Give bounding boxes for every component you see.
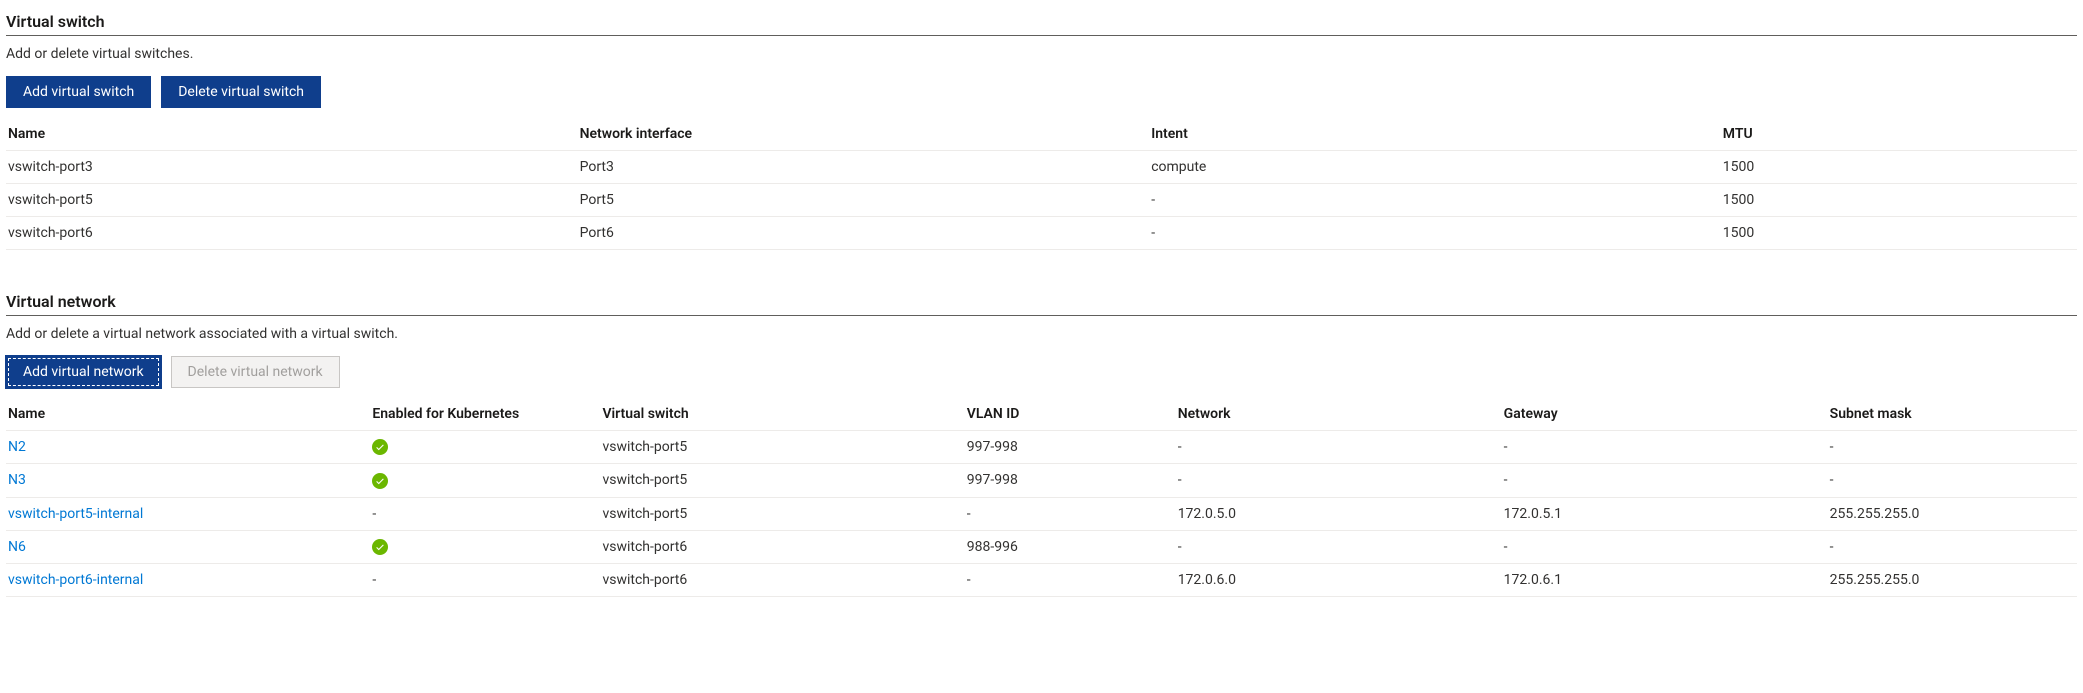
virtual-network-heading: Virtual network: [6, 292, 2077, 316]
cell-mtu: 1500: [1721, 217, 2077, 250]
cell-subnet-mask: 255.255.255.0: [1828, 563, 2077, 596]
cell-gateway: 172.0.5.1: [1502, 497, 1828, 530]
cell-virtual-switch: vswitch-port5: [600, 464, 964, 497]
cell-network-interface: Port3: [578, 151, 1150, 184]
table-row[interactable]: vswitch-port6-internal-vswitch-port6-172…: [6, 563, 2077, 596]
table-row[interactable]: vswitch-port6Port6-1500: [6, 217, 2077, 250]
col-name[interactable]: Name: [6, 398, 370, 431]
cell-intent: -: [1149, 217, 1721, 250]
cell-virtual-switch: vswitch-port5: [600, 497, 964, 530]
cell-name: vswitch-port5: [6, 184, 578, 217]
table-row[interactable]: N2vswitch-port5997-998---: [6, 431, 2077, 464]
col-mtu[interactable]: MTU: [1721, 118, 2077, 151]
cell-name-link[interactable]: N3: [6, 464, 370, 497]
col-intent[interactable]: Intent: [1149, 118, 1721, 151]
cell-network: 172.0.5.0: [1176, 497, 1502, 530]
col-subnet-mask[interactable]: Subnet mask: [1828, 398, 2077, 431]
cell-vlan-id: 988-996: [965, 530, 1176, 563]
table-row[interactable]: vswitch-port3Port3compute1500: [6, 151, 2077, 184]
cell-vlan-id: -: [965, 497, 1176, 530]
virtual-switch-description: Add or delete virtual switches.: [6, 46, 2077, 62]
cell-gateway: -: [1502, 530, 1828, 563]
cell-vlan-id: 997-998: [965, 431, 1176, 464]
cell-virtual-switch: vswitch-port6: [600, 530, 964, 563]
cell-name-link[interactable]: N6: [6, 530, 370, 563]
virtual-network-table: Name Enabled for Kubernetes Virtual swit…: [6, 398, 2077, 597]
col-enabled-for-kubernetes[interactable]: Enabled for Kubernetes: [370, 398, 600, 431]
cell-name-link[interactable]: vswitch-port6-internal: [6, 563, 370, 596]
cell-subnet-mask: -: [1828, 530, 2077, 563]
col-name[interactable]: Name: [6, 118, 578, 151]
col-gateway[interactable]: Gateway: [1502, 398, 1828, 431]
cell-mtu: 1500: [1721, 151, 2077, 184]
virtual-switch-table: Name Network interface Intent MTU vswitc…: [6, 118, 2077, 250]
cell-intent: -: [1149, 184, 1721, 217]
cell-name: vswitch-port6: [6, 217, 578, 250]
table-row[interactable]: N3vswitch-port5997-998---: [6, 464, 2077, 497]
delete-virtual-network-button: Delete virtual network: [171, 356, 340, 388]
cell-enabled-for-kubernetes: [370, 464, 600, 497]
add-virtual-switch-button[interactable]: Add virtual switch: [6, 76, 151, 108]
cell-vlan-id: 997-998: [965, 464, 1176, 497]
cell-subnet-mask: 255.255.255.0: [1828, 497, 2077, 530]
table-row[interactable]: N6vswitch-port6988-996---: [6, 530, 2077, 563]
add-virtual-network-button[interactable]: Add virtual network: [6, 356, 161, 388]
cell-subnet-mask: -: [1828, 431, 2077, 464]
cell-virtual-switch: vswitch-port6: [600, 563, 964, 596]
cell-network: -: [1176, 530, 1502, 563]
cell-vlan-id: -: [965, 563, 1176, 596]
table-row[interactable]: vswitch-port5-internal-vswitch-port5-172…: [6, 497, 2077, 530]
col-vlan-id[interactable]: VLAN ID: [965, 398, 1176, 431]
check-circle-icon: [372, 539, 388, 555]
cell-gateway: 172.0.6.1: [1502, 563, 1828, 596]
cell-subnet-mask: -: [1828, 464, 2077, 497]
cell-virtual-switch: vswitch-port5: [600, 431, 964, 464]
cell-enabled-for-kubernetes: -: [370, 563, 600, 596]
cell-network: -: [1176, 431, 1502, 464]
cell-network: -: [1176, 464, 1502, 497]
cell-intent: compute: [1149, 151, 1721, 184]
cell-network-interface: Port5: [578, 184, 1150, 217]
cell-name-link[interactable]: N2: [6, 431, 370, 464]
cell-gateway: -: [1502, 464, 1828, 497]
cell-enabled-for-kubernetes: -: [370, 497, 600, 530]
cell-enabled-for-kubernetes: [370, 431, 600, 464]
cell-name-link[interactable]: vswitch-port5-internal: [6, 497, 370, 530]
cell-network-interface: Port6: [578, 217, 1150, 250]
cell-mtu: 1500: [1721, 184, 2077, 217]
virtual-switch-heading: Virtual switch: [6, 12, 2077, 36]
cell-network: 172.0.6.0: [1176, 563, 1502, 596]
col-network-interface[interactable]: Network interface: [578, 118, 1150, 151]
cell-gateway: -: [1502, 431, 1828, 464]
cell-name: vswitch-port3: [6, 151, 578, 184]
col-virtual-switch[interactable]: Virtual switch: [600, 398, 964, 431]
check-circle-icon: [372, 473, 388, 489]
virtual-network-description: Add or delete a virtual network associat…: [6, 326, 2077, 342]
cell-enabled-for-kubernetes: [370, 530, 600, 563]
col-network[interactable]: Network: [1176, 398, 1502, 431]
table-row[interactable]: vswitch-port5Port5-1500: [6, 184, 2077, 217]
delete-virtual-switch-button[interactable]: Delete virtual switch: [161, 76, 321, 108]
check-circle-icon: [372, 439, 388, 455]
